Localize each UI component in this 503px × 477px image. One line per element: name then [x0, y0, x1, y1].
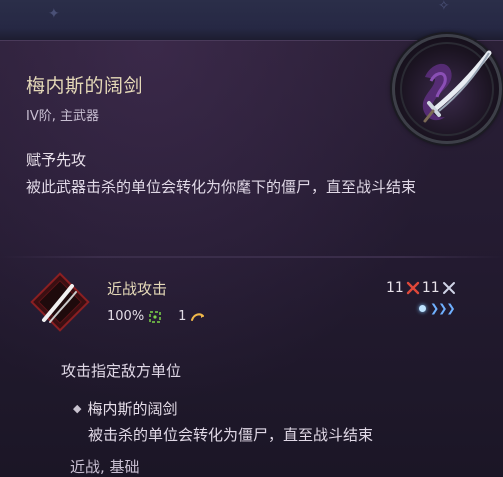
rune-icon: ✦	[48, 6, 60, 22]
item-name: 梅内斯的阔剑	[26, 75, 144, 97]
skill-tags: 近战, 基础	[70, 458, 140, 476]
skill-description: 攻击指定敌方单位	[61, 362, 182, 380]
range-arrows-icon: ❯❯❯	[430, 302, 456, 315]
damage-max: 11	[421, 280, 440, 296]
armor-piercing-icon	[442, 282, 455, 294]
bullet-icon: ◆	[73, 402, 82, 415]
accuracy-value: 100%	[107, 309, 145, 324]
item-ability-description: 被此武器击杀的单位会转化为你麾下的僵尸，直至战斗结束	[26, 178, 417, 196]
top-strip: ✦ ✧	[0, 0, 503, 40]
section-divider	[0, 256, 503, 258]
item-portrait	[392, 34, 502, 144]
crosshair-icon	[149, 310, 161, 323]
damage-range: 11 11	[386, 280, 456, 296]
rune-icon: ✧	[438, 0, 450, 14]
melee-attack-icon[interactable]	[28, 270, 92, 334]
damage-icon	[406, 281, 420, 295]
sword-portrait-icon	[400, 42, 494, 136]
action-point-cost: 1	[178, 309, 187, 324]
item-subtitle: IV阶, 主武器	[26, 109, 99, 124]
item-ability-name: 赋予先攻	[26, 151, 87, 169]
weapon-effect-description: 被击杀的单位会转化为僵尸，直至战斗结束	[88, 426, 374, 444]
damage-min: 11	[386, 280, 404, 296]
range-origin-icon	[419, 305, 426, 312]
slash-icon	[30, 272, 90, 332]
weapon-effect-title: ◆ 梅内斯的阔剑	[73, 398, 177, 419]
skill-stats: 100% 1	[107, 309, 206, 324]
skill-name: 近战攻击	[107, 280, 168, 298]
weapon-effect-name: 梅内斯的阔剑	[87, 400, 178, 418]
attack-range: ❯❯❯	[419, 302, 456, 315]
action-point-icon	[191, 312, 205, 321]
